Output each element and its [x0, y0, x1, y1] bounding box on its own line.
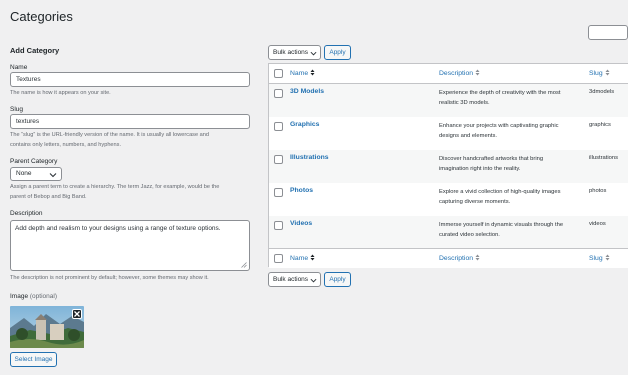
description-column-header[interactable]: Description [439, 69, 480, 77]
category-description: Immerse yourself in dynamic visuals thro… [439, 222, 564, 238]
select-all-checkbox[interactable] [274, 69, 283, 78]
table-row: Photos Explore a vivid collection of hig… [269, 183, 628, 216]
row-checkbox[interactable] [274, 155, 283, 164]
sort-icon [605, 69, 610, 76]
table-row: Videos Immerse yourself in dynamic visua… [269, 216, 628, 248]
category-name-link[interactable]: Videos [290, 220, 312, 227]
category-slug: graphics [589, 122, 611, 128]
description-help: The description is not prominent by defa… [10, 275, 209, 281]
category-slug: 3dmodels [589, 89, 615, 95]
description-value: Add depth and realism to your designs us… [15, 225, 221, 232]
parent-select-value: None [16, 170, 32, 177]
categories-table: Name Description Slug 3D Models Experien… [268, 63, 628, 268]
description-label: Description [10, 210, 43, 217]
select-all-checkbox[interactable] [274, 254, 283, 263]
resize-grip-icon[interactable] [241, 262, 247, 268]
category-description: Enhance your projects with captivating g… [439, 123, 559, 139]
sort-icon [310, 254, 315, 261]
name-column-footer[interactable]: Name [290, 254, 315, 262]
category-description: Discover handcrafted artworks that bring… [439, 156, 544, 172]
sort-icon [310, 69, 315, 76]
category-name-link[interactable]: Photos [290, 187, 313, 194]
chevron-down-icon [310, 51, 317, 55]
category-slug: illustrations [589, 155, 618, 161]
image-label: Image (optional) [10, 293, 57, 300]
category-name-link[interactable]: 3D Models [290, 88, 324, 95]
table-row: 3D Models Experience the depth of creati… [269, 84, 628, 117]
name-help: The name is how it appears on your site. [10, 90, 111, 96]
category-slug: videos [589, 221, 606, 227]
chevron-down-icon [310, 278, 317, 282]
name-field[interactable]: Textures [10, 72, 250, 87]
chevron-down-icon [49, 173, 57, 178]
bulk-actions-select-top[interactable]: Bulk actions [268, 45, 321, 60]
slug-help: The “slug” is the URL-friendly version o… [10, 132, 209, 148]
category-description: Explore a vivid collection of high-quali… [439, 189, 561, 205]
slug-label: Slug [10, 106, 24, 113]
slug-column-header[interactable]: Slug [589, 69, 610, 77]
category-image-thumbnail [10, 306, 84, 348]
table-header: Name Description Slug [269, 64, 628, 84]
apply-button-bottom[interactable]: Apply [324, 272, 351, 287]
category-name-link[interactable]: Graphics [290, 121, 319, 128]
remove-image-button[interactable] [72, 309, 82, 319]
category-description: Experience the depth of creativity with … [439, 90, 561, 106]
apply-button-top[interactable]: Apply [324, 45, 351, 60]
sort-icon [475, 69, 480, 76]
page-title: Categories [10, 9, 73, 24]
slug-field[interactable]: textures [10, 114, 250, 129]
select-image-button[interactable]: Select Image [10, 352, 57, 367]
parent-label: Parent Category [10, 158, 58, 165]
form-heading: Add Category [10, 46, 60, 55]
close-icon [74, 311, 80, 317]
description-column-footer[interactable]: Description [439, 254, 480, 262]
bulk-actions-select-bottom[interactable]: Bulk actions [268, 272, 321, 287]
category-slug: photos [589, 188, 607, 194]
row-checkbox[interactable] [274, 188, 283, 197]
name-column-header[interactable]: Name [290, 69, 315, 77]
category-name-link[interactable]: Illustrations [290, 154, 329, 161]
description-field[interactable]: Add depth and realism to your designs us… [10, 220, 250, 271]
row-checkbox[interactable] [274, 122, 283, 131]
table-row: Graphics Enhance your projects with capt… [269, 117, 628, 150]
table-row: Illustrations Discover handcrafted artwo… [269, 150, 628, 183]
row-checkbox[interactable] [274, 89, 283, 98]
parent-help: Assign a parent term to create a hierarc… [10, 184, 220, 200]
name-label: Name [10, 64, 28, 71]
parent-select[interactable]: None [10, 167, 62, 181]
table-footer: Name Description Slug [269, 248, 628, 268]
sort-icon [605, 254, 610, 261]
sort-icon [475, 254, 480, 261]
row-checkbox[interactable] [274, 221, 283, 230]
search-input[interactable] [588, 25, 628, 40]
slug-column-footer[interactable]: Slug [589, 254, 610, 262]
